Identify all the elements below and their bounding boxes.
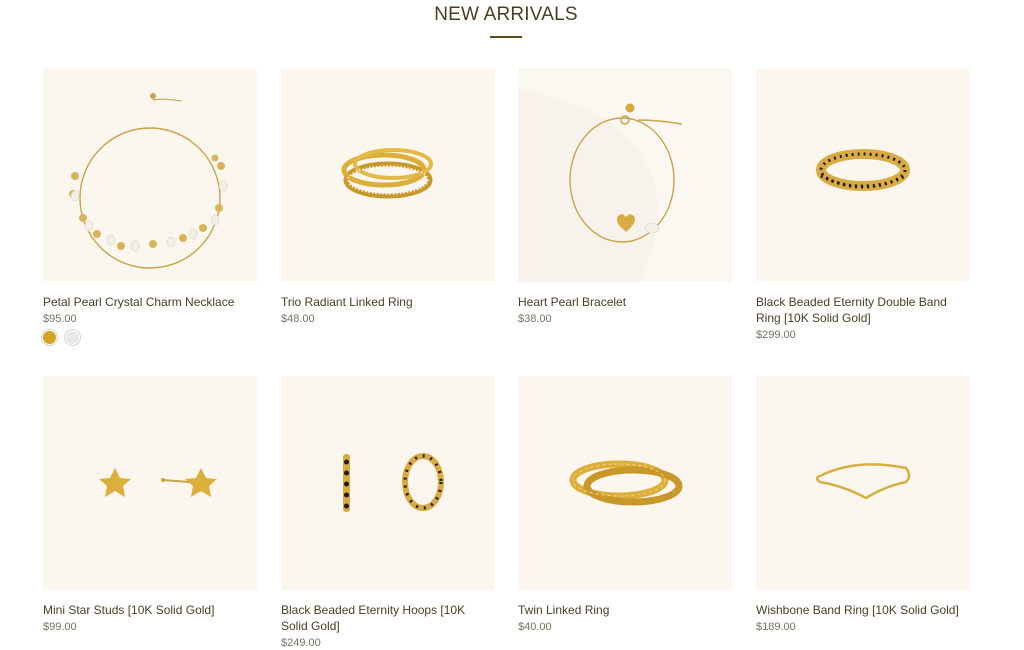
product-name[interactable]: Black Beaded Eternity Double Band Ring [… — [756, 294, 970, 326]
product-image[interactable] — [756, 68, 970, 282]
product-price: $48.00 — [281, 313, 315, 325]
product-price: $95.00 — [43, 313, 77, 325]
product-price: $299.00 — [756, 329, 796, 341]
hoop-earrings-image — [343, 453, 444, 512]
product-card[interactable]: Black Beaded Eternity Double Band Ring [… — [756, 68, 970, 341]
product-name[interactable]: Wishbone Band Ring [10K Solid Gold] — [756, 602, 970, 618]
product-name[interactable]: Mini Star Studs [10K Solid Gold] — [43, 602, 257, 618]
product-name[interactable]: Petal Pearl Crystal Charm Necklace — [43, 294, 257, 310]
product-image[interactable] — [281, 376, 495, 590]
gold-swatch[interactable] — [43, 331, 56, 344]
product-price: $249.00 — [281, 637, 321, 649]
product-price: $40.00 — [518, 621, 552, 633]
product-card[interactable]: Twin Linked Ring $40.00 — [518, 376, 732, 633]
color-swatches — [43, 331, 257, 347]
product-name[interactable]: Heart Pearl Bracelet — [518, 294, 732, 310]
product-name[interactable]: Trio Radiant Linked Ring — [281, 294, 495, 310]
product-price: $189.00 — [756, 621, 796, 633]
product-image[interactable] — [756, 376, 970, 590]
product-card[interactable]: Black Beaded Eternity Hoops [10K Solid G… — [281, 376, 495, 649]
title-underline — [490, 36, 522, 38]
triple-ring-image — [341, 148, 433, 199]
double-band-ring-image — [816, 149, 910, 191]
product-card[interactable]: Petal Pearl Crystal Charm Necklace $95.0… — [43, 68, 257, 347]
product-image[interactable] — [518, 68, 732, 282]
product-price: $99.00 — [43, 621, 77, 633]
product-image[interactable] — [43, 68, 257, 282]
silver-swatch[interactable] — [66, 331, 80, 344]
product-name[interactable]: Twin Linked Ring — [518, 602, 732, 618]
product-card[interactable]: Heart Pearl Bracelet $38.00 — [518, 68, 732, 325]
product-image[interactable] — [43, 376, 257, 590]
product-image[interactable] — [518, 376, 732, 590]
star-studs-image — [99, 468, 217, 497]
product-card[interactable]: Wishbone Band Ring [10K Solid Gold] $189… — [756, 376, 970, 633]
new-arrivals-title: NEW ARRIVALS — [434, 4, 578, 25]
bracelet-image — [518, 68, 732, 282]
wishbone-ring-image — [815, 463, 911, 500]
product-card[interactable]: Trio Radiant Linked Ring $48.00 — [281, 68, 495, 325]
product-name[interactable]: Black Beaded Eternity Hoops [10K Solid G… — [281, 602, 495, 634]
product-card[interactable]: Mini Star Studs [10K Solid Gold] $99.00 — [43, 376, 257, 633]
product-image[interactable] — [281, 68, 495, 282]
twin-ring-image — [569, 460, 683, 506]
necklace-image — [69, 93, 228, 269]
product-price: $38.00 — [518, 313, 552, 325]
